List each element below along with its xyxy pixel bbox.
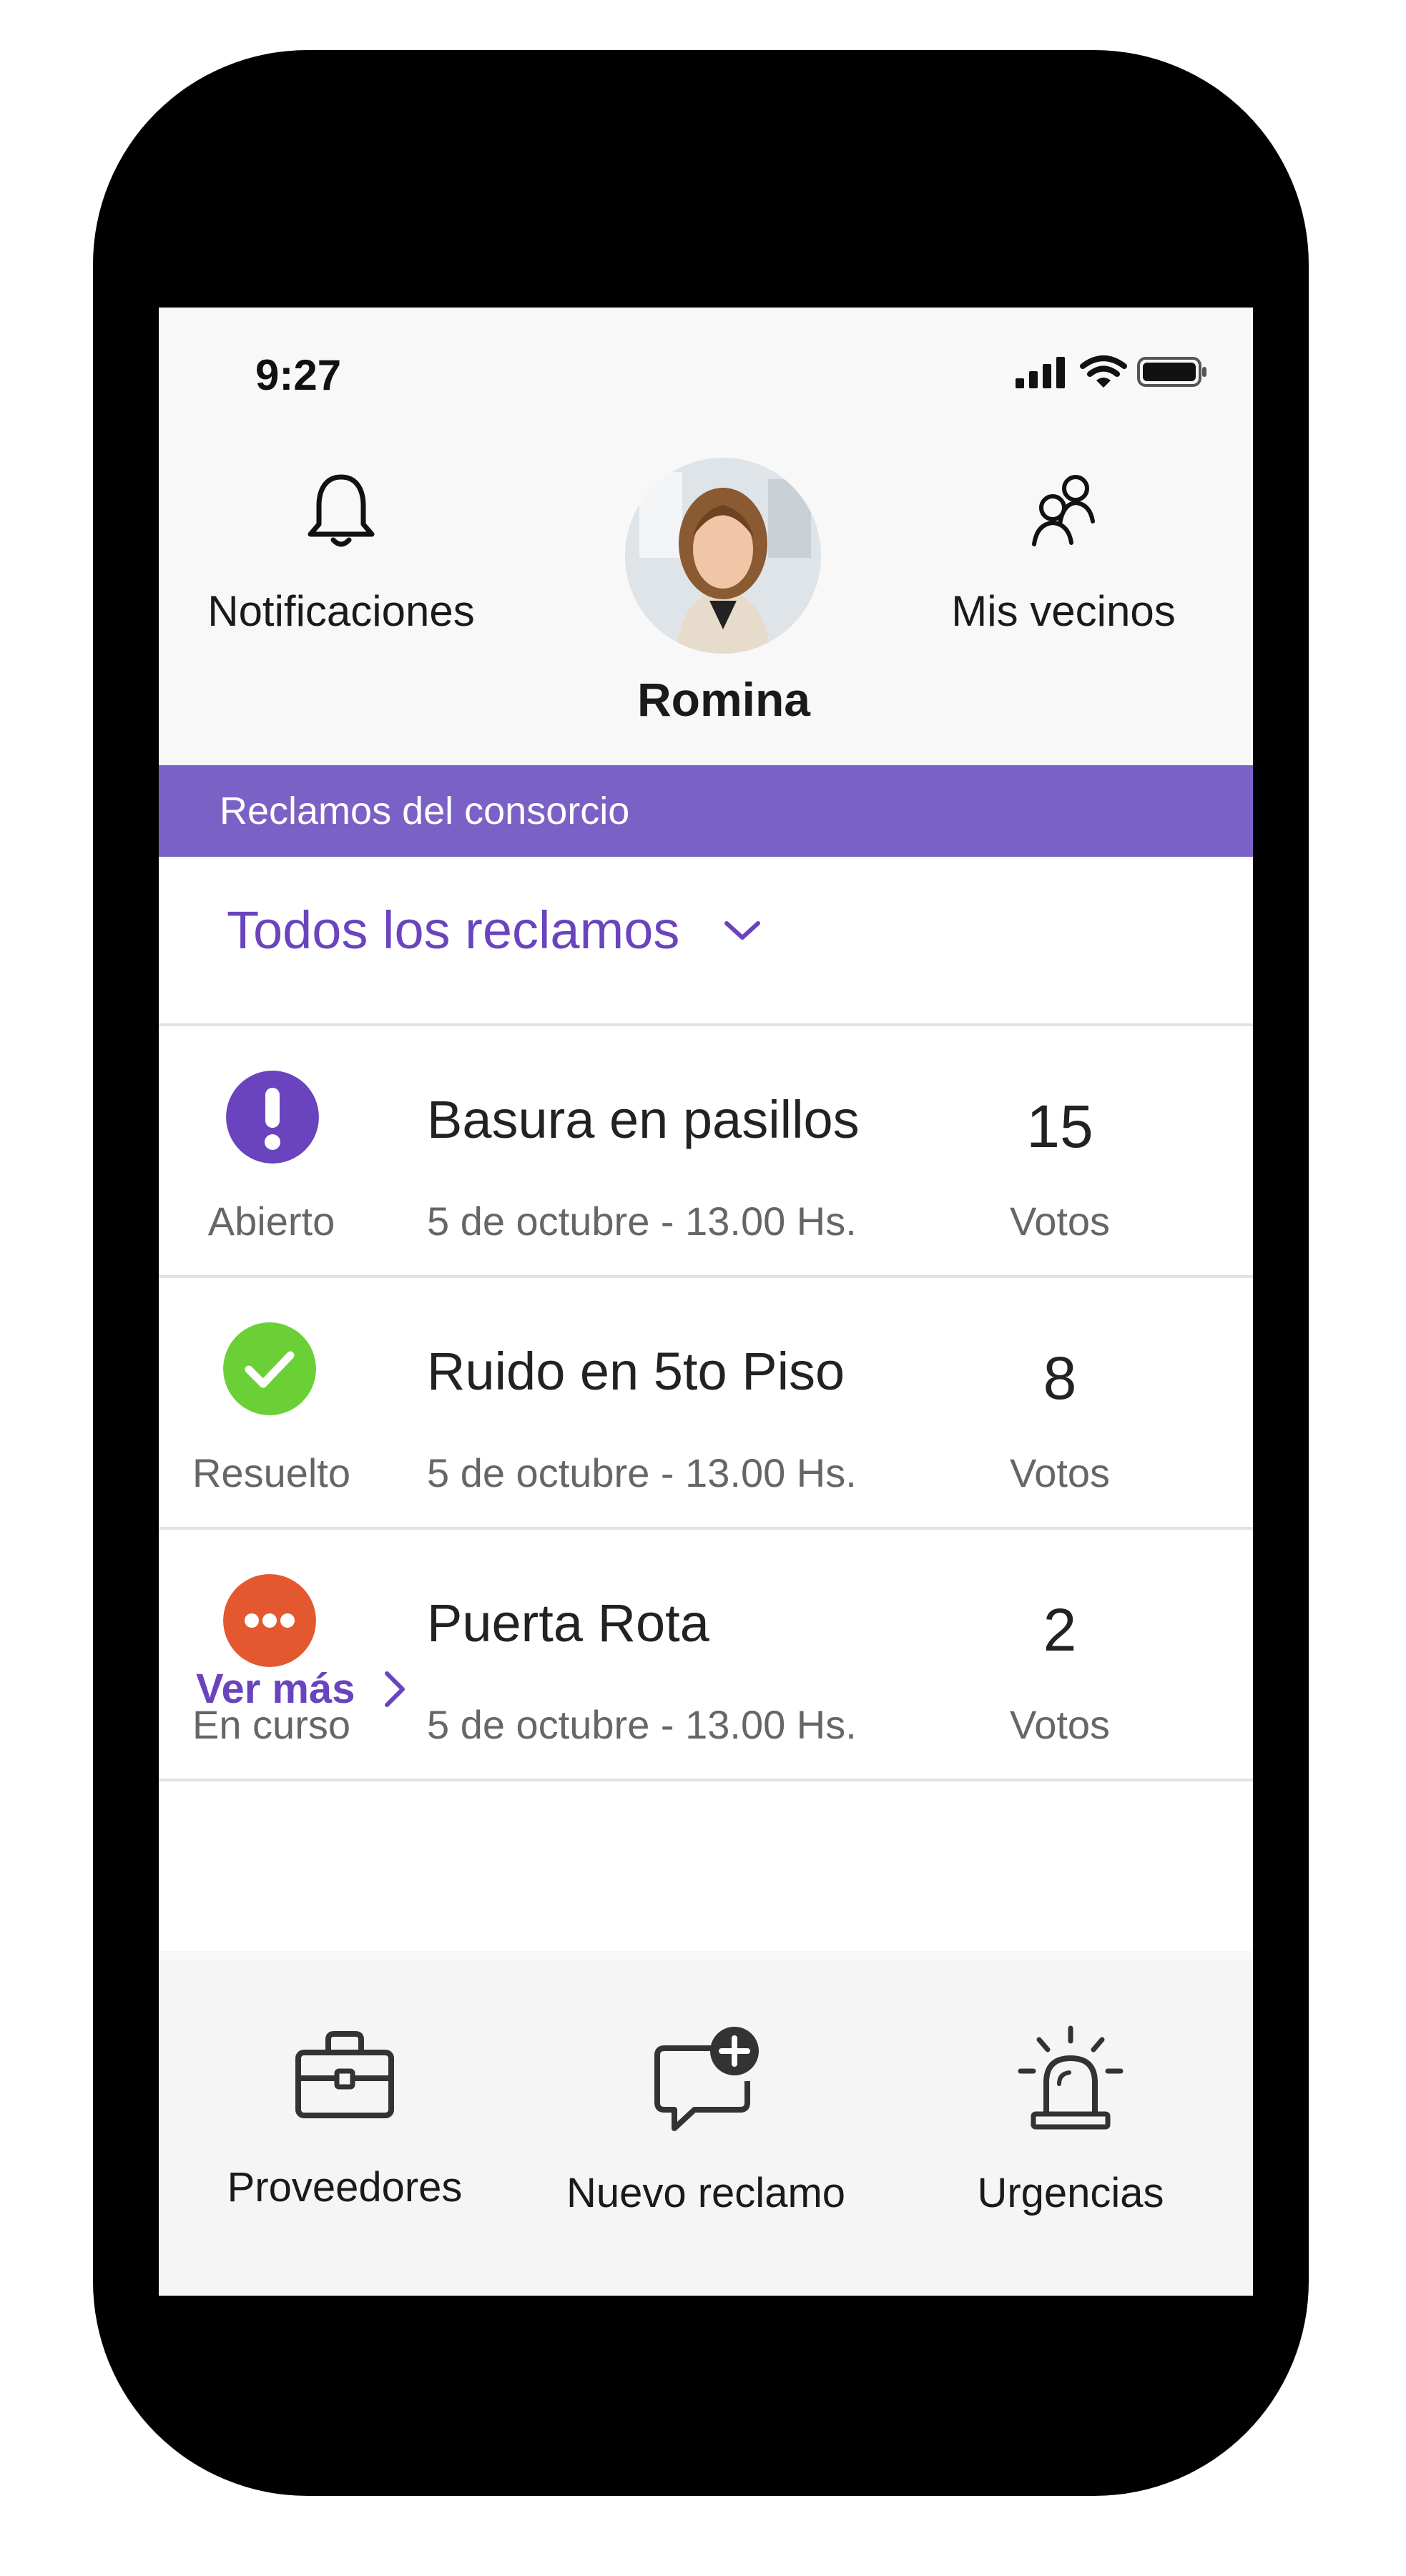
votes-label: Votos [1009,1450,1111,1495]
chevron-down-icon [724,920,761,940]
user-name: Romina [636,673,811,726]
section-banner: Reclamos del consorcio [159,765,1253,857]
status-label: Resuelto [192,1450,351,1495]
notifications-label: Notificaciones [207,587,475,635]
signal-icon [1016,357,1065,388]
new-claim-button[interactable]: Nuevo reclamo [523,2024,888,2217]
notifications-button[interactable]: Notificaciones [191,468,491,636]
avatar[interactable] [625,458,821,654]
see-more-link[interactable]: Ver más [196,1665,407,1713]
chat-add-icon [654,2027,759,2131]
table-row[interactable]: Abierto Basura en pasillos 5 de octubre … [159,1026,1253,1275]
battery-icon [1137,357,1206,387]
claim-date: 5 de octubre - 13.00 Hs. [427,1450,857,1495]
toolbox-icon [295,2031,394,2118]
user-photo [625,458,821,654]
vote-count: 15 [1026,1093,1093,1160]
status-label: Abierto [207,1199,335,1244]
claims-list: Todos los reclamos Abierto Basura en pas… [159,857,1253,1951]
votes-label: Votos [1009,1702,1111,1747]
bottom-nav: Proveedores Nuevo reclamo Urgencias [159,1960,1253,2296]
status-time: 9:27 [255,351,342,399]
user-name-wrap: Romina [563,672,885,727]
vote-count: 2 [1043,1596,1077,1663]
table-row[interactable]: En curso Puerta Rota 5 de octubre - 13.0… [159,1530,1253,1779]
new-claim-label: Nuevo reclamo [566,2170,846,2216]
neighbors-label: Mis vecinos [951,587,1176,635]
filter-dropdown[interactable]: Todos los reclamos [227,900,762,960]
claim-date: 5 de octubre - 13.00 Hs. [427,1199,857,1244]
people-icon [1032,475,1095,546]
divider [159,1779,1253,1781]
exclamation-icon [226,1071,319,1164]
see-more-label: Ver más [196,1666,355,1712]
wifi-icon [1080,355,1127,388]
check-icon [223,1322,316,1415]
claim-title: Puerta Rota [427,1593,709,1653]
ellipsis-icon [223,1574,316,1667]
siren-icon [1018,2025,1124,2130]
vote-count: 8 [1043,1344,1077,1412]
urgent-label: Urgencias [977,2170,1164,2216]
neighbors-button[interactable]: Mis vecinos [913,468,1214,636]
claim-title: Ruido en 5to Piso [427,1342,845,1401]
filter-label: Todos los reclamos [227,900,680,960]
votes-label: Votos [1009,1199,1111,1244]
table-row[interactable]: Resuelto Ruido en 5to Piso 5 de octubre … [159,1278,1253,1527]
providers-label: Proveedores [227,2164,463,2211]
urgent-button[interactable]: Urgencias [888,2024,1253,2217]
status-icons [1014,355,1209,389]
chevron-right-icon [384,1671,405,1707]
claim-title: Basura en pasillos [427,1090,860,1149]
claim-date: 5 de octubre - 13.00 Hs. [427,1702,857,1747]
providers-button[interactable]: Proveedores [162,2024,527,2211]
bell-icon [308,474,375,547]
app-screen: 9:27 Notificaciones Romina Mis vecinos R… [159,308,1253,2296]
